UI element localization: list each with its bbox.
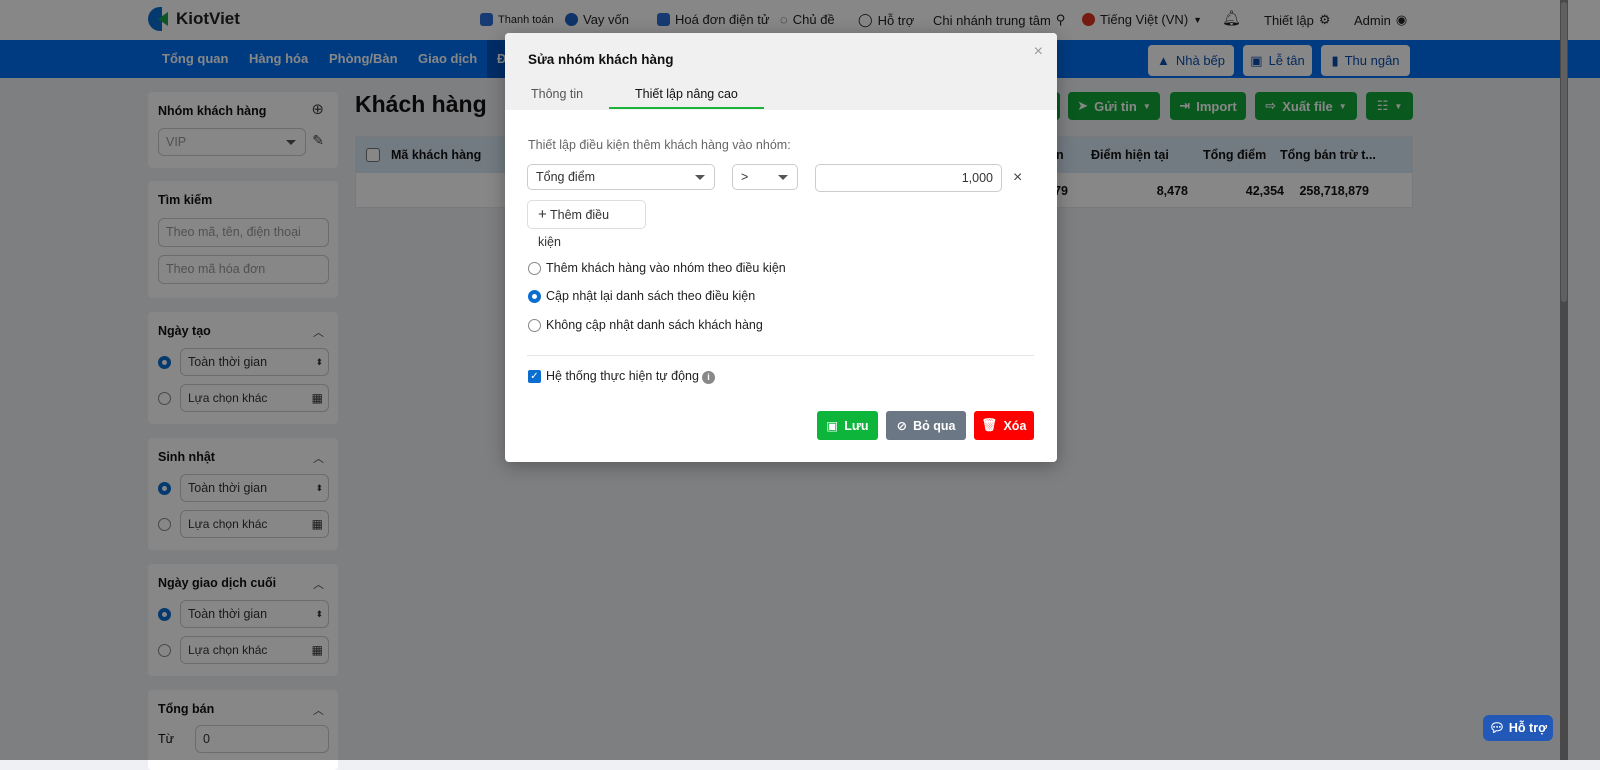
edit-customer-group-dialog: Sửa nhóm khách hàng × Thông tin Thiết lậ…	[505, 33, 1057, 462]
condition-field-select[interactable]: Tổng điểm	[527, 164, 715, 190]
auto-checkbox[interactable]: ✓	[528, 370, 541, 383]
dialog-title: Sửa nhóm khách hàng	[528, 52, 674, 67]
cancel-button[interactable]: ⊘ Bỏ qua	[886, 411, 966, 440]
ban-icon: ⊘	[896, 419, 908, 433]
condition-value-input[interactable]: 1,000	[815, 164, 1002, 192]
divider	[527, 355, 1034, 356]
help-chat-button[interactable]: 💬︎ Hỗ trợ	[1483, 715, 1553, 741]
trash-icon: 🗑︎	[981, 418, 998, 432]
chat-bubble-icon: 💬︎	[1489, 720, 1505, 735]
operator-select[interactable]: >	[732, 164, 798, 190]
auto-label: Hệ thống thực hiện tự động	[546, 369, 699, 383]
caret-down-icon	[778, 175, 788, 180]
floppy-disk-icon: ▣	[826, 419, 839, 433]
save-button[interactable]: ▣ Lưu	[817, 411, 878, 440]
radio-option-update[interactable]	[528, 290, 541, 303]
condition-label: Thiết lập điều kiện thêm khách hàng vào …	[528, 138, 791, 152]
tab-info[interactable]: Thông tin	[531, 87, 583, 101]
remove-condition-icon[interactable]: ×	[1013, 169, 1022, 187]
option-none-label: Không cập nhật danh sách khách hàng	[546, 318, 763, 332]
close-icon[interactable]: ×	[1034, 43, 1043, 61]
add-condition-button[interactable]: + Thêm điều kiện	[527, 200, 646, 249]
dialog-header: Sửa nhóm khách hàng × Thông tin Thiết lậ…	[505, 33, 1057, 110]
option-update-label: Cập nhật lại danh sách theo điều kiện	[546, 289, 756, 303]
radio-option-add[interactable]	[528, 262, 541, 275]
info-icon[interactable]: i	[702, 371, 715, 384]
plus-icon: +	[538, 206, 547, 223]
caret-down-icon	[695, 175, 705, 180]
delete-button[interactable]: 🗑︎ Xóa	[974, 411, 1034, 440]
option-add-label: Thêm khách hàng vào nhóm theo điều kiện	[546, 261, 786, 275]
tab-advanced[interactable]: Thiết lập nâng cao	[609, 87, 764, 109]
radio-option-none[interactable]	[528, 319, 541, 332]
